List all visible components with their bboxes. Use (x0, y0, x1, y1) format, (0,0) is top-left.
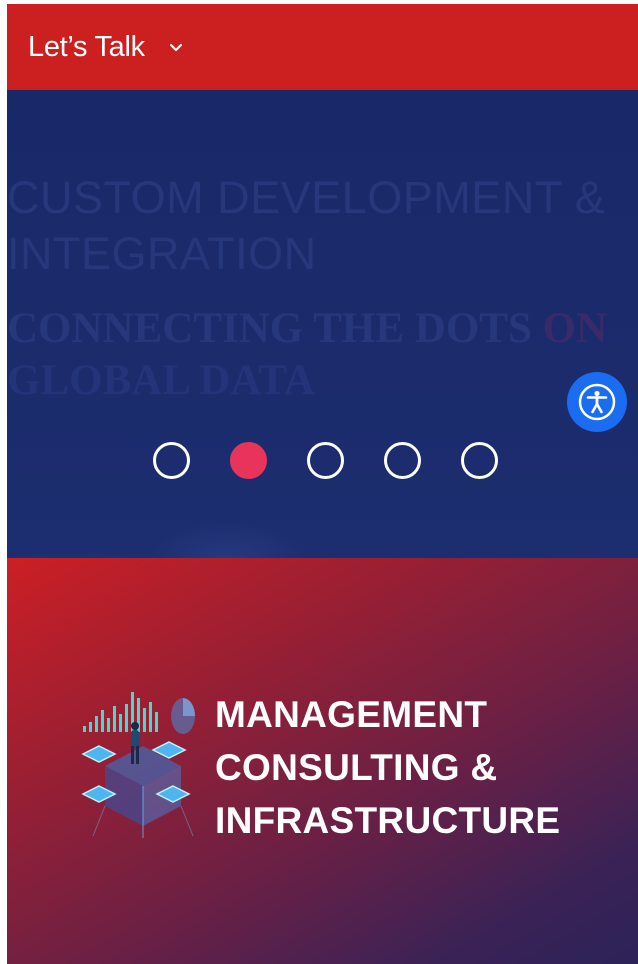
slider-dot-3[interactable] (307, 442, 344, 479)
accessibility-button[interactable] (567, 372, 627, 432)
lets-talk-menu[interactable]: Let’s Talk (28, 31, 183, 64)
hero-subtitle: CONNECTING THE DOTS ON (7, 304, 638, 354)
hero-title-line2: INTEGRATION (7, 228, 317, 279)
service-title-line3: INFRASTRUCTURE (215, 800, 561, 841)
service-title-line2: CONSULTING & (215, 747, 498, 788)
data-platform-illustration (73, 686, 213, 846)
slider-dot-1[interactable] (153, 442, 190, 479)
service-title-line1: MANAGEMENT (215, 694, 488, 735)
slider-pagination (153, 442, 498, 479)
slider-dot-4[interactable] (384, 442, 421, 479)
lets-talk-label: Let’s Talk (28, 30, 145, 63)
accessibility-icon (578, 383, 616, 421)
hero-subtitle-main: CONNECTING THE DOTS (7, 305, 532, 352)
hero-subtitle-tail: ON (542, 305, 608, 352)
slider-dot-2[interactable] (230, 442, 267, 479)
page: Let’s Talk CUSTOM DEVELOPMENT & INTEGRAT… (0, 0, 638, 964)
hero-slider: CUSTOM DEVELOPMENT & INTEGRATION CONNECT… (7, 90, 638, 558)
service-title: MANAGEMENT CONSULTING & INFRASTRUCTURE (215, 688, 625, 847)
chevron-down-icon (169, 41, 183, 55)
hero-subtitle-line2: GLOBAL DATA (7, 357, 315, 404)
hero-title: CUSTOM DEVELOPMENT & INTEGRATION (7, 170, 638, 282)
hero-title-line1: CUSTOM DEVELOPMENT & (7, 172, 606, 223)
slider-dot-5[interactable] (461, 442, 498, 479)
top-bar: Let’s Talk (7, 4, 638, 90)
service-card[interactable]: MANAGEMENT CONSULTING & INFRASTRUCTURE (7, 558, 638, 964)
